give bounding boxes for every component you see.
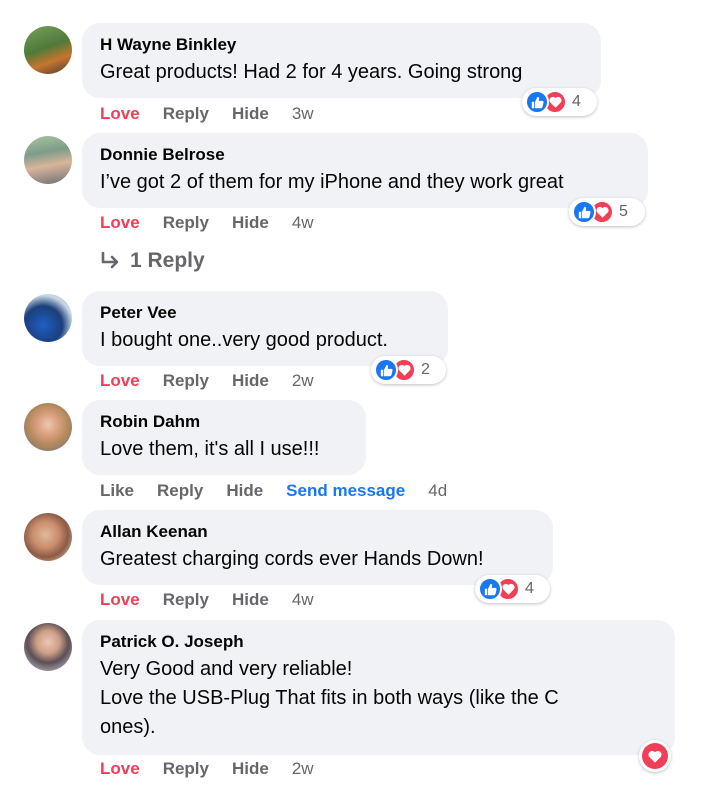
commenter-name[interactable]: Peter Vee xyxy=(100,302,430,324)
comment-text-line: ones). xyxy=(100,716,156,738)
reply-arrow-icon xyxy=(101,251,119,269)
reply-button[interactable]: Reply xyxy=(163,371,209,391)
reply-button[interactable]: Reply xyxy=(163,104,209,124)
comment-bubble: Peter Vee I bought one..very good produc… xyxy=(82,291,448,366)
thumbs-up-icon xyxy=(478,577,502,601)
reactions-summary[interactable]: 5 xyxy=(569,198,645,226)
commenter-name[interactable]: Donnie Belrose xyxy=(100,144,630,166)
reaction-count: 2 xyxy=(421,361,430,378)
hide-button[interactable]: Hide xyxy=(232,371,269,391)
timestamp[interactable]: 4w xyxy=(292,590,314,610)
reaction-count: 4 xyxy=(525,580,534,597)
commenter-name[interactable]: H Wayne Binkley xyxy=(100,34,583,56)
timestamp[interactable]: 2w xyxy=(292,759,314,779)
comment-text: I’ve got 2 of them for my iPhone and the… xyxy=(100,171,564,193)
comment-text-line: Love the USB-Plug That fits in both ways… xyxy=(100,687,559,709)
comment-text: I bought one..very good product. xyxy=(100,329,388,351)
reply-button[interactable]: Reply xyxy=(163,759,209,779)
heart-icon xyxy=(642,743,668,769)
comment-bubble: Allan Keenan Greatest charging cords eve… xyxy=(82,510,553,585)
reply-button[interactable]: Reply xyxy=(157,481,203,501)
comment-text-line: Very Good and very reliable! xyxy=(100,658,353,680)
thumbs-up-icon xyxy=(572,200,596,224)
avatar[interactable] xyxy=(24,136,72,184)
replies-count-label[interactable]: 1 Reply xyxy=(130,249,205,273)
comment-bubble: Patrick O. Joseph Very Good and very rel… xyxy=(82,620,675,755)
comment-actions: Love Reply Hide 4w xyxy=(100,213,337,233)
comment-bubble: Donnie Belrose I’ve got 2 of them for my… xyxy=(82,133,648,208)
comment-text: Great products! Had 2 for 4 years. Going… xyxy=(100,61,523,83)
love-button[interactable]: Love xyxy=(100,759,140,779)
comment-actions: Love Reply Hide 3w xyxy=(100,104,337,124)
reaction-count: 4 xyxy=(572,93,581,110)
hide-button[interactable]: Hide xyxy=(232,759,269,779)
like-button[interactable]: Like xyxy=(100,481,134,501)
reactions-summary[interactable]: 4 xyxy=(522,88,597,116)
send-message-button[interactable]: Send message xyxy=(286,481,405,501)
commenter-name[interactable]: Patrick O. Joseph xyxy=(100,631,657,653)
commenter-name[interactable]: Robin Dahm xyxy=(100,411,348,433)
avatar[interactable] xyxy=(24,26,72,74)
comment-bubble: H Wayne Binkley Great products! Had 2 fo… xyxy=(82,23,601,98)
comment-bubble: Robin Dahm Love them, it's all I use!!! xyxy=(82,400,366,475)
hide-button[interactable]: Hide xyxy=(232,213,269,233)
reactions-summary[interactable]: 2 xyxy=(371,356,446,384)
love-button[interactable]: Love xyxy=(100,213,140,233)
love-button[interactable]: Love xyxy=(100,371,140,391)
reactions-summary[interactable] xyxy=(639,740,671,772)
view-replies-link[interactable]: 1 Reply xyxy=(100,249,205,273)
avatar[interactable] xyxy=(24,403,72,451)
love-button[interactable]: Love xyxy=(100,590,140,610)
comment-text: Greatest charging cords ever Hands Down! xyxy=(100,548,484,570)
comment-actions: Like Reply Hide Send message 4d xyxy=(100,481,470,501)
avatar[interactable] xyxy=(24,623,72,671)
hide-button[interactable]: Hide xyxy=(226,481,263,501)
avatar[interactable] xyxy=(24,513,72,561)
hide-button[interactable]: Hide xyxy=(232,104,269,124)
reply-button[interactable]: Reply xyxy=(163,590,209,610)
reply-button[interactable]: Reply xyxy=(163,213,209,233)
commenter-name[interactable]: Allan Keenan xyxy=(100,521,535,543)
comment-actions: Love Reply Hide 2w xyxy=(100,371,337,391)
reactions-summary[interactable]: 4 xyxy=(475,575,550,603)
love-button[interactable]: Love xyxy=(100,104,140,124)
timestamp[interactable]: 3w xyxy=(292,104,314,124)
hide-button[interactable]: Hide xyxy=(232,590,269,610)
timestamp[interactable]: 2w xyxy=(292,371,314,391)
thumbs-up-icon xyxy=(525,90,549,114)
comment-actions: Love Reply Hide 2w xyxy=(100,759,337,779)
reaction-count: 5 xyxy=(619,203,628,220)
timestamp[interactable]: 4d xyxy=(428,481,447,501)
comment-text: Love them, it's all I use!!! xyxy=(100,438,320,460)
thumbs-up-icon xyxy=(374,358,398,382)
avatar[interactable] xyxy=(24,294,72,342)
comment-actions: Love Reply Hide 4w xyxy=(100,590,337,610)
timestamp[interactable]: 4w xyxy=(292,213,314,233)
